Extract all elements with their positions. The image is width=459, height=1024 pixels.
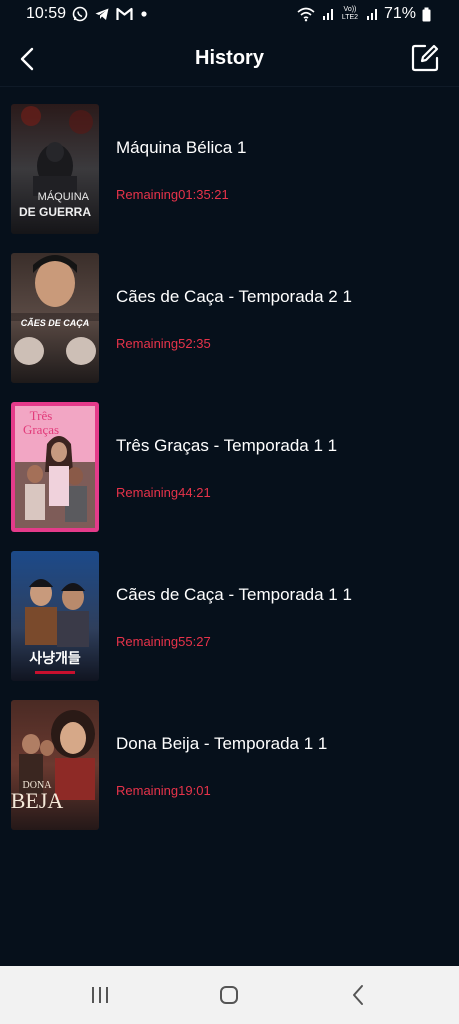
history-screen: 10:59 Vo)) LTE2 71% History MÁQUINA DE G… [0,0,459,1024]
poster-caes-de-caca-t2: CÃES DE CAÇA [11,253,99,383]
system-nav-bar [0,966,459,1024]
history-item[interactable]: 사냥개들 Cães de Caça - Temporada 1 1 Remain… [0,547,459,696]
volte-line-2: LTE2 [341,14,359,21]
item-remaining: Remaining55:27 [116,634,211,649]
volte-label: Vo)) LTE2 [340,6,360,22]
history-item[interactable]: MÁQUINA DE GUERRA Máquina Bélica 1 Remai… [0,100,459,249]
item-remaining: Remaining01:35:21 [116,187,229,202]
item-title: Cães de Caça - Temporada 2 1 [116,287,352,306]
wifi-icon [296,6,316,22]
edit-button[interactable] [409,42,441,74]
status-right: Vo)) LTE2 71% [296,5,431,23]
poster-text: CÃES DE CAÇA [21,318,90,328]
whatsapp-icon [72,6,88,22]
item-title: Máquina Bélica 1 [116,138,247,157]
battery-icon [422,7,431,22]
volte-line-1: Vo)) [343,6,357,13]
poster-text: DE GUERRA [19,205,91,219]
signal-icon [322,7,334,21]
poster-caes-de-caca-t1: 사냥개들 [11,551,99,681]
home-icon [220,986,238,1004]
app-header: History [0,32,459,87]
status-time: 10:59 [26,5,67,22]
item-title: Dona Beija - Temporada 1 1 [116,734,328,753]
telegram-icon [94,6,110,22]
gmail-icon [116,7,133,21]
poster-maquina-belica: MÁQUINA DE GUERRA [11,104,99,234]
item-title: Três Graças - Temporada 1 1 [116,436,338,455]
signal-icon-2 [366,7,378,21]
poster-text: Graças [23,422,59,437]
nav-back-button[interactable] [338,980,378,1010]
recent-apps-icon [92,987,108,1003]
item-remaining: Remaining19:01 [116,783,211,798]
page-title: History [195,47,264,69]
poster-tres-gracas: Três Graças [11,402,99,532]
status-bar: 10:59 Vo)) LTE2 71% [0,0,459,32]
back-icon [353,985,363,1005]
status-left: 10:59 [26,5,149,23]
poster-dona-beija: DONA BEJA [11,700,99,830]
edit-icon [411,44,439,72]
poster-text: BEJA [11,788,63,813]
recent-apps-button[interactable] [80,980,120,1010]
dot-icon [139,9,149,19]
poster-text: Três [30,408,53,423]
item-title: Cães de Caça - Temporada 1 1 [116,585,352,604]
home-button[interactable] [209,980,249,1010]
history-item[interactable]: DONA BEJA Dona Beija - Temporada 1 1 Rem… [0,696,459,845]
poster-text: MÁQUINA [38,190,90,203]
history-item[interactable]: Três Graças Três Graças - Temporada 1 1 … [0,398,459,547]
item-remaining: Remaining44:21 [116,485,211,500]
poster-text: 사냥개들 [29,650,81,667]
history-list: MÁQUINA DE GUERRA Máquina Bélica 1 Remai… [0,100,459,845]
battery-percent: 71% [383,5,416,22]
item-remaining: Remaining52:35 [116,336,211,351]
history-item[interactable]: CÃES DE CAÇA Cães de Caça - Temporada 2 … [0,249,459,398]
